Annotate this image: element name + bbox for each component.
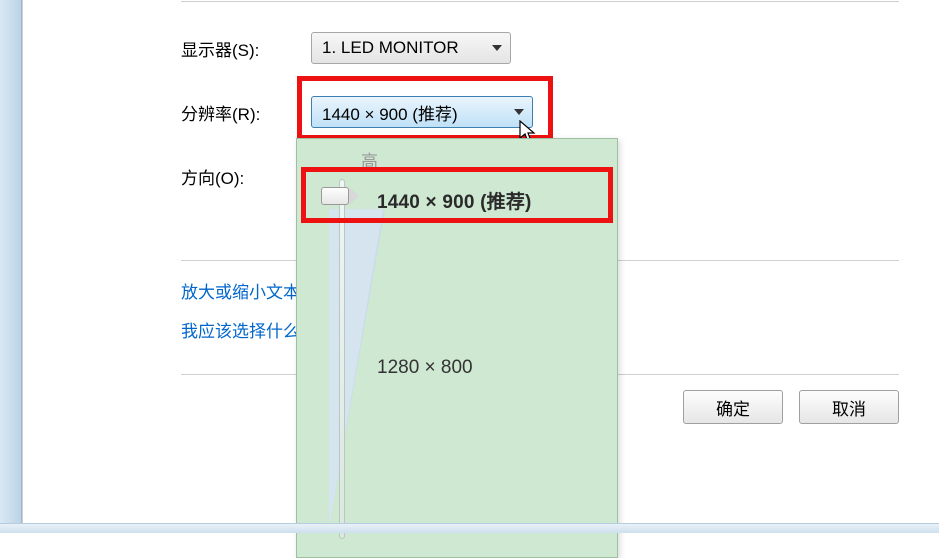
popup-high-label: 高 <box>361 147 378 172</box>
top-divider <box>181 0 899 2</box>
link-which-settings[interactable]: 我应该选择什么 <box>181 317 300 342</box>
monitor-dropdown[interactable]: 1. LED MONITOR <box>311 32 511 64</box>
resolution-option-1280x800[interactable]: 1280 × 800 <box>377 357 473 379</box>
resolution-slider-track[interactable] <box>339 179 345 539</box>
row-resolution: 分辨率(R): 1440 × 900 (推荐) <box>181 94 899 130</box>
monitor-selected-text: 1. LED MONITOR <box>322 38 459 58</box>
label-orientation: 方向(O): <box>181 164 311 189</box>
row-monitor: 显示器(S): 1. LED MONITOR <box>181 30 899 66</box>
window-left-edge <box>0 0 22 533</box>
ok-button[interactable]: 确定 <box>683 390 783 424</box>
window-bottom-edge <box>0 523 939 533</box>
resolution-slider-thumb[interactable] <box>321 187 361 207</box>
resolution-option-recommended[interactable]: 1440 × 900 (推荐) <box>377 187 532 214</box>
cancel-button[interactable]: 取消 <box>799 390 899 424</box>
chevron-down-icon <box>514 109 524 115</box>
label-resolution: 分辨率(R): <box>181 100 311 125</box>
resolution-popup[interactable]: 高 1440 × 900 (推荐) 1280 × 800 <box>296 138 618 558</box>
label-monitor: 显示器(S): <box>181 36 311 61</box>
link-zoom-text[interactable]: 放大或缩小文本 <box>181 278 300 303</box>
resolution-dropdown[interactable]: 1440 × 900 (推荐) <box>311 96 533 128</box>
resolution-dropdown-wrap: 1440 × 900 (推荐) <box>311 96 533 128</box>
chevron-down-icon <box>492 45 502 51</box>
resolution-selected-text: 1440 × 900 (推荐) <box>322 100 458 125</box>
help-links: 放大或缩小文本 我应该选择什么 <box>181 278 300 356</box>
dialog-buttons: 确定 取消 <box>683 390 899 424</box>
